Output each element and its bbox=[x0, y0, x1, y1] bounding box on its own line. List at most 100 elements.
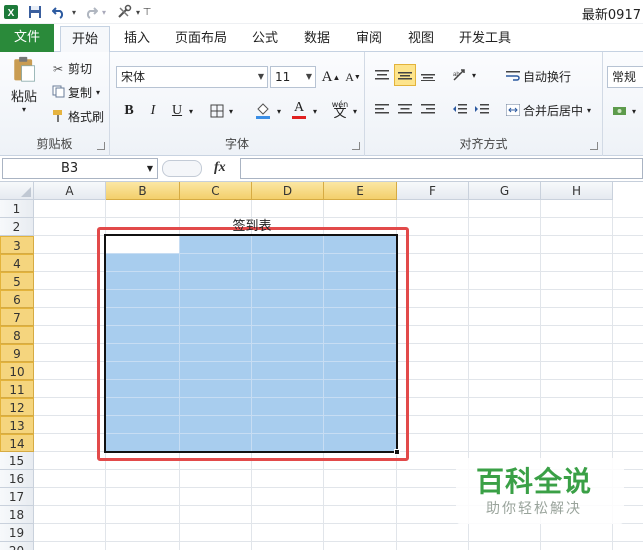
font-size-select[interactable]: 11 ▼ bbox=[270, 66, 316, 88]
increase-indent-button[interactable] bbox=[471, 98, 493, 120]
save-icon[interactable] bbox=[26, 3, 44, 21]
font-name-select[interactable]: 宋体 ▼ bbox=[116, 66, 268, 88]
row-header-16[interactable]: 16 bbox=[0, 470, 34, 488]
copy-dropdown-icon[interactable]: ▾ bbox=[96, 88, 100, 97]
row-header-11[interactable]: 11 bbox=[0, 380, 34, 398]
row-header-20[interactable]: 20 bbox=[0, 542, 34, 550]
align-top-button[interactable] bbox=[371, 64, 393, 86]
cut-button[interactable]: ✂ 剪切 bbox=[50, 60, 92, 77]
column-header-e[interactable]: E bbox=[324, 182, 397, 200]
column-header-g[interactable]: G bbox=[469, 182, 541, 200]
row-header-1[interactable]: 1 bbox=[0, 200, 34, 218]
row-header-6[interactable]: 6 bbox=[0, 290, 34, 308]
column-header-h[interactable]: H bbox=[541, 182, 613, 200]
tab-developer[interactable]: 开发工具 bbox=[452, 26, 518, 52]
undo-icon[interactable] bbox=[48, 3, 70, 21]
shrink-font-button[interactable]: A ▼ bbox=[342, 66, 364, 88]
tab-review[interactable]: 审阅 bbox=[348, 26, 390, 52]
underline-dropdown-icon[interactable]: ▾ bbox=[186, 100, 196, 122]
tools-icon[interactable] bbox=[114, 3, 134, 21]
orientation-button[interactable]: ab bbox=[449, 64, 471, 86]
tab-view[interactable]: 视图 bbox=[400, 26, 442, 52]
row-header-12[interactable]: 12 bbox=[0, 398, 34, 416]
merge-center-icon bbox=[505, 103, 521, 118]
formula-bar-resize-handle[interactable] bbox=[162, 160, 202, 177]
accounting-dropdown-icon[interactable]: ▾ bbox=[629, 100, 639, 122]
name-box[interactable]: B3 ▼ bbox=[2, 158, 158, 179]
row-header-15[interactable]: 15 bbox=[0, 452, 34, 470]
row-header-7[interactable]: 7 bbox=[0, 308, 34, 326]
row-header-13[interactable]: 13 bbox=[0, 416, 34, 434]
row-header-5[interactable]: 5 bbox=[0, 272, 34, 290]
redo-dropdown-icon[interactable]: ▾ bbox=[100, 3, 108, 21]
cell-c2-text[interactable]: 签到表 bbox=[182, 218, 322, 236]
align-center-button[interactable] bbox=[394, 98, 416, 120]
column-header-f[interactable]: F bbox=[397, 182, 469, 200]
row-header-4[interactable]: 4 bbox=[0, 254, 34, 272]
italic-button[interactable]: I bbox=[142, 100, 164, 122]
row-header-3[interactable]: 3 bbox=[0, 236, 34, 254]
grow-font-button[interactable]: A ▲ bbox=[320, 66, 342, 88]
tab-formulas[interactable]: 公式 bbox=[244, 26, 286, 52]
merge-center-label: 合并后居中 bbox=[523, 104, 584, 118]
align-middle-button[interactable] bbox=[394, 64, 416, 86]
font-name-value: 宋体 bbox=[121, 70, 146, 84]
row-header-17[interactable]: 17 bbox=[0, 488, 34, 506]
undo-dropdown-icon[interactable]: ▾ bbox=[70, 3, 78, 21]
phonetic-button[interactable]: wén 文 bbox=[328, 96, 352, 122]
tab-insert[interactable]: 插入 bbox=[116, 26, 158, 52]
row-header-19[interactable]: 19 bbox=[0, 524, 34, 542]
orientation-dropdown-icon[interactable]: ▾ bbox=[469, 64, 479, 86]
formula-input[interactable] bbox=[240, 158, 643, 179]
select-all-corner[interactable] bbox=[0, 182, 34, 200]
tools-dropdown-icon[interactable]: ▾ bbox=[134, 3, 142, 21]
borders-dropdown-icon[interactable]: ▾ bbox=[226, 100, 236, 122]
font-color-dropdown-icon[interactable]: ▾ bbox=[310, 100, 320, 122]
font-launcher-icon[interactable] bbox=[352, 142, 360, 150]
fill-color-button[interactable] bbox=[252, 100, 274, 122]
column-header-a[interactable]: A bbox=[34, 182, 106, 200]
borders-button[interactable] bbox=[206, 100, 228, 122]
phonetic-dropdown-icon[interactable]: ▾ bbox=[350, 100, 360, 122]
customize-icon[interactable]: ⊤ bbox=[142, 3, 152, 21]
format-painter-button[interactable]: 格式刷 bbox=[50, 108, 104, 125]
paste-button[interactable]: 粘贴 ▾ bbox=[6, 56, 42, 114]
clipboard-launcher-icon[interactable] bbox=[97, 142, 105, 150]
tab-file[interactable]: 文件 bbox=[0, 24, 54, 52]
grow-font-label: A bbox=[321, 68, 333, 85]
accounting-format-button[interactable] bbox=[609, 100, 631, 122]
underline-button[interactable]: U bbox=[166, 100, 188, 122]
redo-icon[interactable] bbox=[82, 3, 100, 21]
fill-color-dropdown-icon[interactable]: ▾ bbox=[274, 100, 284, 122]
row-header-8[interactable]: 8 bbox=[0, 326, 34, 344]
decrease-indent-button[interactable] bbox=[449, 98, 471, 120]
row-header-18[interactable]: 18 bbox=[0, 506, 34, 524]
align-left-icon bbox=[375, 104, 389, 114]
row-header-10[interactable]: 10 bbox=[0, 362, 34, 380]
tab-data[interactable]: 数据 bbox=[296, 26, 338, 52]
merge-dropdown-icon[interactable]: ▾ bbox=[587, 106, 591, 115]
row-header-2[interactable]: 2 bbox=[0, 218, 34, 236]
row-header-14[interactable]: 14 bbox=[0, 434, 34, 452]
align-right-button[interactable] bbox=[417, 98, 439, 120]
wrap-text-button[interactable]: 自动换行 bbox=[505, 68, 571, 85]
bold-button[interactable]: B bbox=[118, 100, 140, 122]
tab-home[interactable]: 开始 bbox=[60, 26, 110, 53]
column-header-d[interactable]: D bbox=[252, 182, 324, 200]
currency-icon bbox=[613, 107, 626, 115]
svg-text:X: X bbox=[8, 8, 15, 19]
align-bottom-button[interactable] bbox=[417, 64, 439, 86]
excel-icon[interactable]: X bbox=[2, 3, 20, 21]
align-left-button[interactable] bbox=[371, 98, 393, 120]
column-header-b[interactable]: B bbox=[106, 182, 180, 200]
column-header-c[interactable]: C bbox=[180, 182, 252, 200]
tab-page-layout[interactable]: 页面布局 bbox=[168, 26, 234, 52]
merge-center-button[interactable]: 合并后居中 ▾ bbox=[505, 102, 591, 119]
row-header-9[interactable]: 9 bbox=[0, 344, 34, 362]
font-color-button[interactable]: A bbox=[288, 98, 310, 120]
copy-button[interactable]: 复制 ▾ bbox=[50, 84, 100, 101]
paste-dropdown-icon[interactable]: ▾ bbox=[22, 105, 26, 114]
alignment-launcher-icon[interactable] bbox=[590, 142, 598, 150]
insert-function-button[interactable]: fx bbox=[214, 160, 226, 176]
number-format-select[interactable]: 常规 bbox=[607, 66, 643, 88]
